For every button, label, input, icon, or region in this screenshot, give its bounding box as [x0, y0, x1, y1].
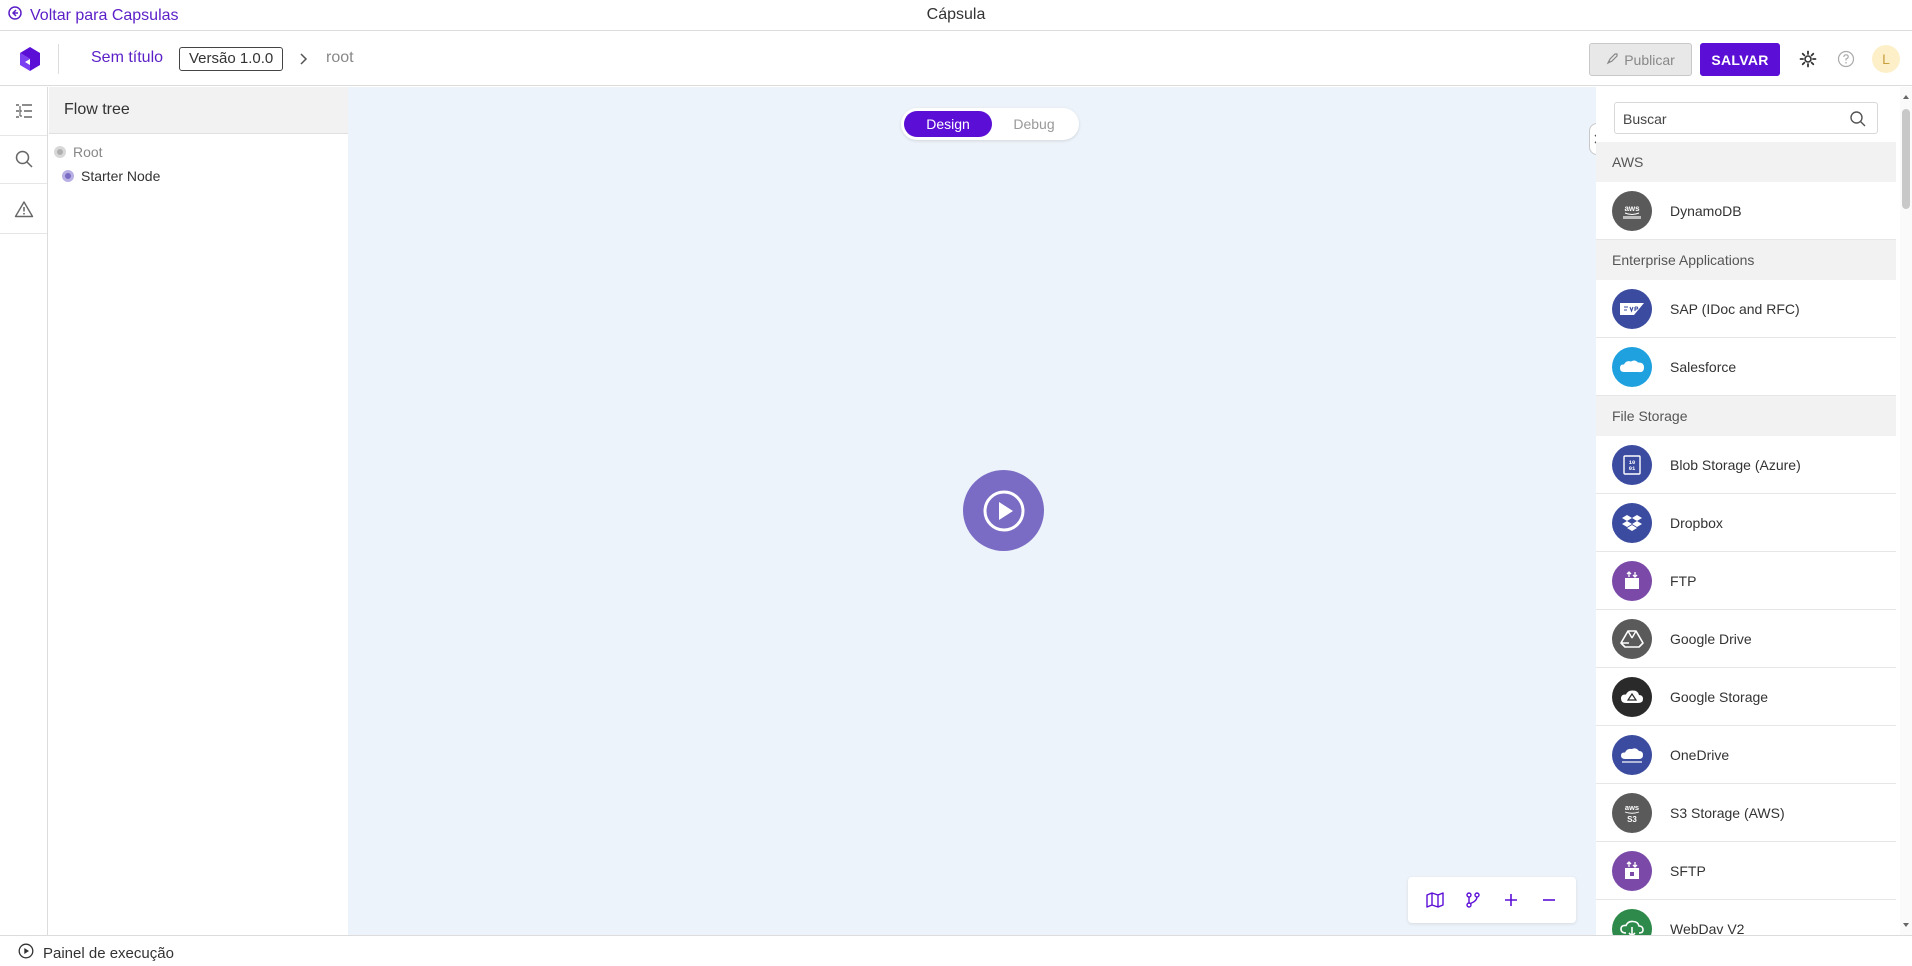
scrollbar-thumb[interactable] — [1902, 109, 1910, 209]
flow-tree-icon[interactable] — [12, 99, 36, 123]
connector-salesforce[interactable]: Salesforce — [1596, 338, 1896, 396]
connector-dropbox[interactable]: Dropbox — [1596, 494, 1896, 552]
category-file-storage: File Storage — [1596, 396, 1896, 436]
publish-button[interactable]: Publicar — [1589, 43, 1692, 76]
connector-google-drive[interactable]: Google Drive — [1596, 610, 1896, 668]
branch-icon[interactable] — [1461, 888, 1485, 912]
warning-icon[interactable] — [12, 197, 36, 221]
sftp-icon — [1612, 850, 1652, 891]
connector-label: SFTP — [1670, 862, 1706, 879]
webdav-icon — [1612, 908, 1652, 935]
connector-ftp[interactable]: FTP — [1596, 552, 1896, 610]
connector-sftp[interactable]: SFTP — [1596, 842, 1896, 900]
play-icon — [983, 490, 1024, 531]
blob-storage-icon: 10 01 — [1612, 444, 1652, 485]
connector-label: Salesforce — [1670, 358, 1737, 375]
svg-text:aws: aws — [1624, 204, 1640, 213]
tree-item-root[interactable]: Root — [54, 144, 103, 160]
debug-mode-tab[interactable]: Debug — [992, 111, 1076, 137]
sap-icon — [1612, 288, 1652, 329]
salesforce-icon — [1612, 346, 1652, 387]
tree-item-starter-node[interactable]: Starter Node — [62, 168, 160, 184]
zoom-out-icon[interactable] — [1537, 888, 1561, 912]
version-badge[interactable]: Versão 1.0.0 — [179, 47, 284, 71]
execution-panel-label: Painel de execução — [43, 944, 174, 962]
starter-node[interactable] — [963, 470, 1044, 551]
chevron-right-icon — [296, 49, 312, 69]
mode-toggle: Design Debug — [901, 108, 1079, 140]
connector-sap[interactable]: SAP (IDoc and RFC) — [1596, 280, 1896, 338]
connector-label: DynamoDB — [1670, 202, 1742, 219]
gear-icon[interactable] — [1797, 48, 1819, 70]
canvas-controls — [1408, 877, 1576, 923]
user-avatar[interactable]: L — [1872, 45, 1900, 73]
search-icon[interactable] — [1849, 110, 1867, 128]
connector-label: FTP — [1670, 572, 1697, 589]
execution-panel-button[interactable]: Painel de execução — [18, 943, 174, 963]
google-drive-icon — [1612, 618, 1652, 659]
category-aws: AWS — [1596, 142, 1896, 182]
connector-palette: AWS aws DynamoDB Enterprise Applications… — [1596, 87, 1912, 935]
dropbox-icon — [1612, 502, 1652, 543]
palette-search-input[interactable] — [1623, 107, 1843, 131]
scroll-down-icon[interactable] — [1902, 921, 1910, 929]
save-button[interactable]: SALVAR — [1700, 43, 1780, 76]
palette-scrollbar[interactable] — [1900, 87, 1912, 935]
connector-label: Google Drive — [1670, 630, 1752, 647]
footer-bar: Painel de execução — [0, 935, 1912, 966]
svg-text:01: 01 — [1629, 465, 1636, 472]
app-header: Sem título Versão 1.0.0 root Publicar SA… — [0, 32, 1912, 86]
zoom-in-icon[interactable] — [1499, 888, 1523, 912]
connector-label: Google Storage — [1670, 688, 1769, 705]
connector-blob-storage[interactable]: 10 01 Blob Storage (Azure) — [1596, 436, 1896, 494]
tree-item-label: Starter Node — [81, 168, 161, 184]
connector-list: AWS aws DynamoDB Enterprise Applications… — [1596, 142, 1896, 935]
connector-label: WebDav V2 — [1670, 920, 1745, 936]
connector-onedrive[interactable]: OneDrive — [1596, 726, 1896, 784]
starter-node-icon — [62, 170, 74, 182]
map-icon[interactable] — [1423, 888, 1447, 912]
rocket-icon — [1606, 52, 1619, 68]
help-icon[interactable] — [1835, 48, 1857, 70]
tree-item-label: Root — [73, 144, 103, 160]
flow-tree-title: Flow tree — [49, 87, 348, 134]
connector-label: Dropbox — [1670, 514, 1723, 531]
play-circle-icon — [18, 943, 34, 963]
google-storage-icon — [1612, 676, 1652, 717]
document-title[interactable]: Sem título — [91, 49, 163, 67]
search-icon[interactable] — [12, 147, 36, 171]
publish-label: Publicar — [1624, 51, 1675, 68]
title-bar: Voltar para Capsulas Cápsula — [0, 0, 1912, 31]
connector-webdav[interactable]: WebDav V2 — [1596, 900, 1896, 935]
connector-label: SAP (IDoc and RFC) — [1670, 300, 1800, 317]
window-title: Cápsula — [926, 6, 986, 23]
ftp-icon — [1612, 560, 1652, 601]
app-logo-icon[interactable] — [16, 45, 44, 73]
connector-s3-storage[interactable]: aws S3 S3 Storage (AWS) — [1596, 784, 1896, 842]
flow-tree-panel: Flow tree Root Starter Node — [49, 87, 348, 935]
connector-dynamodb[interactable]: aws DynamoDB — [1596, 182, 1896, 240]
design-mode-tab[interactable]: Design — [904, 111, 992, 137]
dynamodb-icon: aws — [1612, 190, 1652, 231]
root-node-icon — [54, 146, 66, 158]
s3-icon: aws S3 — [1612, 792, 1652, 833]
left-icon-bar — [0, 87, 48, 935]
connector-label: Blob Storage (Azure) — [1670, 456, 1801, 473]
breadcrumb-root[interactable]: root — [326, 49, 354, 67]
connector-label: OneDrive — [1670, 746, 1730, 763]
connector-label: S3 Storage (AWS) — [1670, 804, 1785, 821]
palette-search — [1614, 102, 1878, 134]
category-enterprise-applications: Enterprise Applications — [1596, 240, 1896, 280]
svg-text:aws: aws — [1625, 803, 1639, 812]
flow-canvas[interactable]: Design Debug — [348, 87, 1596, 935]
onedrive-icon — [1612, 734, 1652, 775]
connector-google-storage[interactable]: Google Storage — [1596, 668, 1896, 726]
header-divider — [58, 44, 59, 74]
svg-text:S3: S3 — [1627, 815, 1637, 824]
scroll-up-icon[interactable] — [1902, 93, 1910, 101]
